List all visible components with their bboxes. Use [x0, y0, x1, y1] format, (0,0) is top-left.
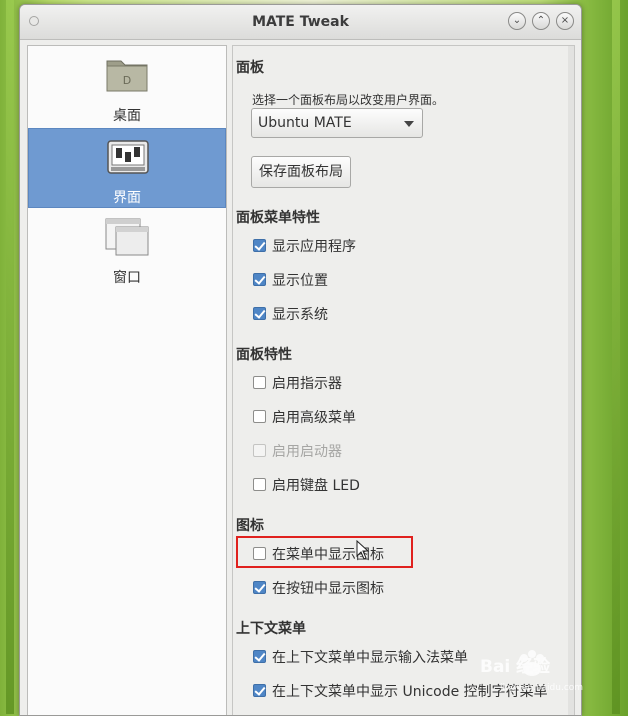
checkbox-unchecked[interactable] — [253, 478, 266, 491]
minimize-button[interactable]: ⌄ — [508, 12, 526, 30]
checkbox-checked[interactable] — [253, 581, 266, 594]
baidu-jingyan-watermark: Bai 经验 jingyan.baidu.com — [480, 650, 583, 693]
checkbox-checked[interactable] — [253, 273, 266, 286]
chevron-up-icon: ⌃ — [536, 15, 546, 26]
checkbox-unchecked[interactable] — [253, 376, 266, 389]
settings-panel: 面板 选择一个面板布局以改变用户界面。 Ubuntu MATE 保存面板布局 面… — [232, 45, 575, 715]
checkbox-unchecked[interactable] — [253, 410, 266, 423]
checkbox-label: 启用键盘 LED — [272, 478, 360, 494]
section-heading-icons: 图标 — [236, 518, 264, 534]
checkbox-label: 启用启动器 — [272, 444, 342, 460]
dropdown-arrow-icon — [404, 121, 414, 127]
checkbox-checked[interactable] — [253, 307, 266, 320]
checkbox-label: 在按钮中显示图标 — [272, 581, 384, 597]
checkbox-disabled — [253, 444, 266, 457]
desktop-wallpaper-right — [612, 0, 620, 714]
close-icon: × — [560, 15, 570, 26]
svg-text:D: D — [123, 74, 131, 87]
panel-layout-value: Ubuntu MATE — [258, 115, 352, 131]
folder-icon: D — [106, 60, 148, 92]
panel-layout-hint: 选择一个面板布局以改变用户界面。 — [252, 93, 445, 107]
sidebar-item-label: 界面 — [113, 190, 141, 206]
checkbox-label: 启用高级菜单 — [272, 410, 356, 426]
checkbox-checked[interactable] — [253, 239, 266, 252]
checkbox-label: 在上下文菜单中显示输入法菜单 — [272, 650, 468, 666]
mate-tweak-window: MATE Tweak ⌄ ⌃ × D 桌面 界面 窗口 面板 选择一个面板布局以… — [19, 4, 582, 716]
checkbox-checked[interactable] — [253, 684, 266, 697]
scrollbar[interactable] — [568, 46, 574, 715]
watermark-subtext: jingyan.baidu.com — [499, 683, 583, 693]
window-title: MATE Tweak — [252, 14, 349, 30]
section-heading-panel-menu-features: 面板菜单特性 — [236, 210, 320, 226]
chevron-down-icon: ⌄ — [512, 15, 522, 26]
checkbox-label: 显示应用程序 — [272, 239, 356, 255]
sidebar-item-label: 桌面 — [113, 108, 141, 124]
section-heading-context-menu: 上下文菜单 — [236, 621, 306, 637]
panel-layout-select[interactable]: Ubuntu MATE — [251, 108, 423, 138]
sidebar-item-desktop[interactable]: D 桌面 — [28, 47, 226, 127]
red-highlight-box — [236, 536, 413, 568]
checkbox-checked[interactable] — [253, 650, 266, 663]
checkbox-label: 显示位置 — [272, 273, 328, 289]
sidebar-item-interface[interactable]: 界面 — [28, 128, 226, 208]
checkbox-label: 显示系统 — [272, 307, 328, 323]
section-heading-panel: 面板 — [236, 60, 264, 76]
mixer-sliders-icon — [107, 140, 149, 174]
section-heading-panel-features: 面板特性 — [236, 347, 292, 363]
checkbox-label: 启用指示器 — [272, 376, 342, 392]
close-button[interactable]: × — [556, 12, 574, 30]
watermark-text: Bai 经验 — [480, 656, 551, 677]
title-bar[interactable]: MATE Tweak ⌄ ⌃ × — [20, 5, 581, 40]
mouse-cursor-icon — [356, 540, 370, 560]
sidebar-item-label: 窗口 — [113, 270, 141, 286]
window-icon — [105, 218, 149, 256]
save-panel-layout-button[interactable]: 保存面板布局 — [251, 156, 351, 188]
sidebar: D 桌面 界面 窗口 — [27, 45, 227, 715]
sidebar-item-windows[interactable]: 窗口 — [28, 209, 226, 289]
desktop-wallpaper-left — [6, 0, 14, 714]
maximize-button[interactable]: ⌃ — [532, 12, 550, 30]
